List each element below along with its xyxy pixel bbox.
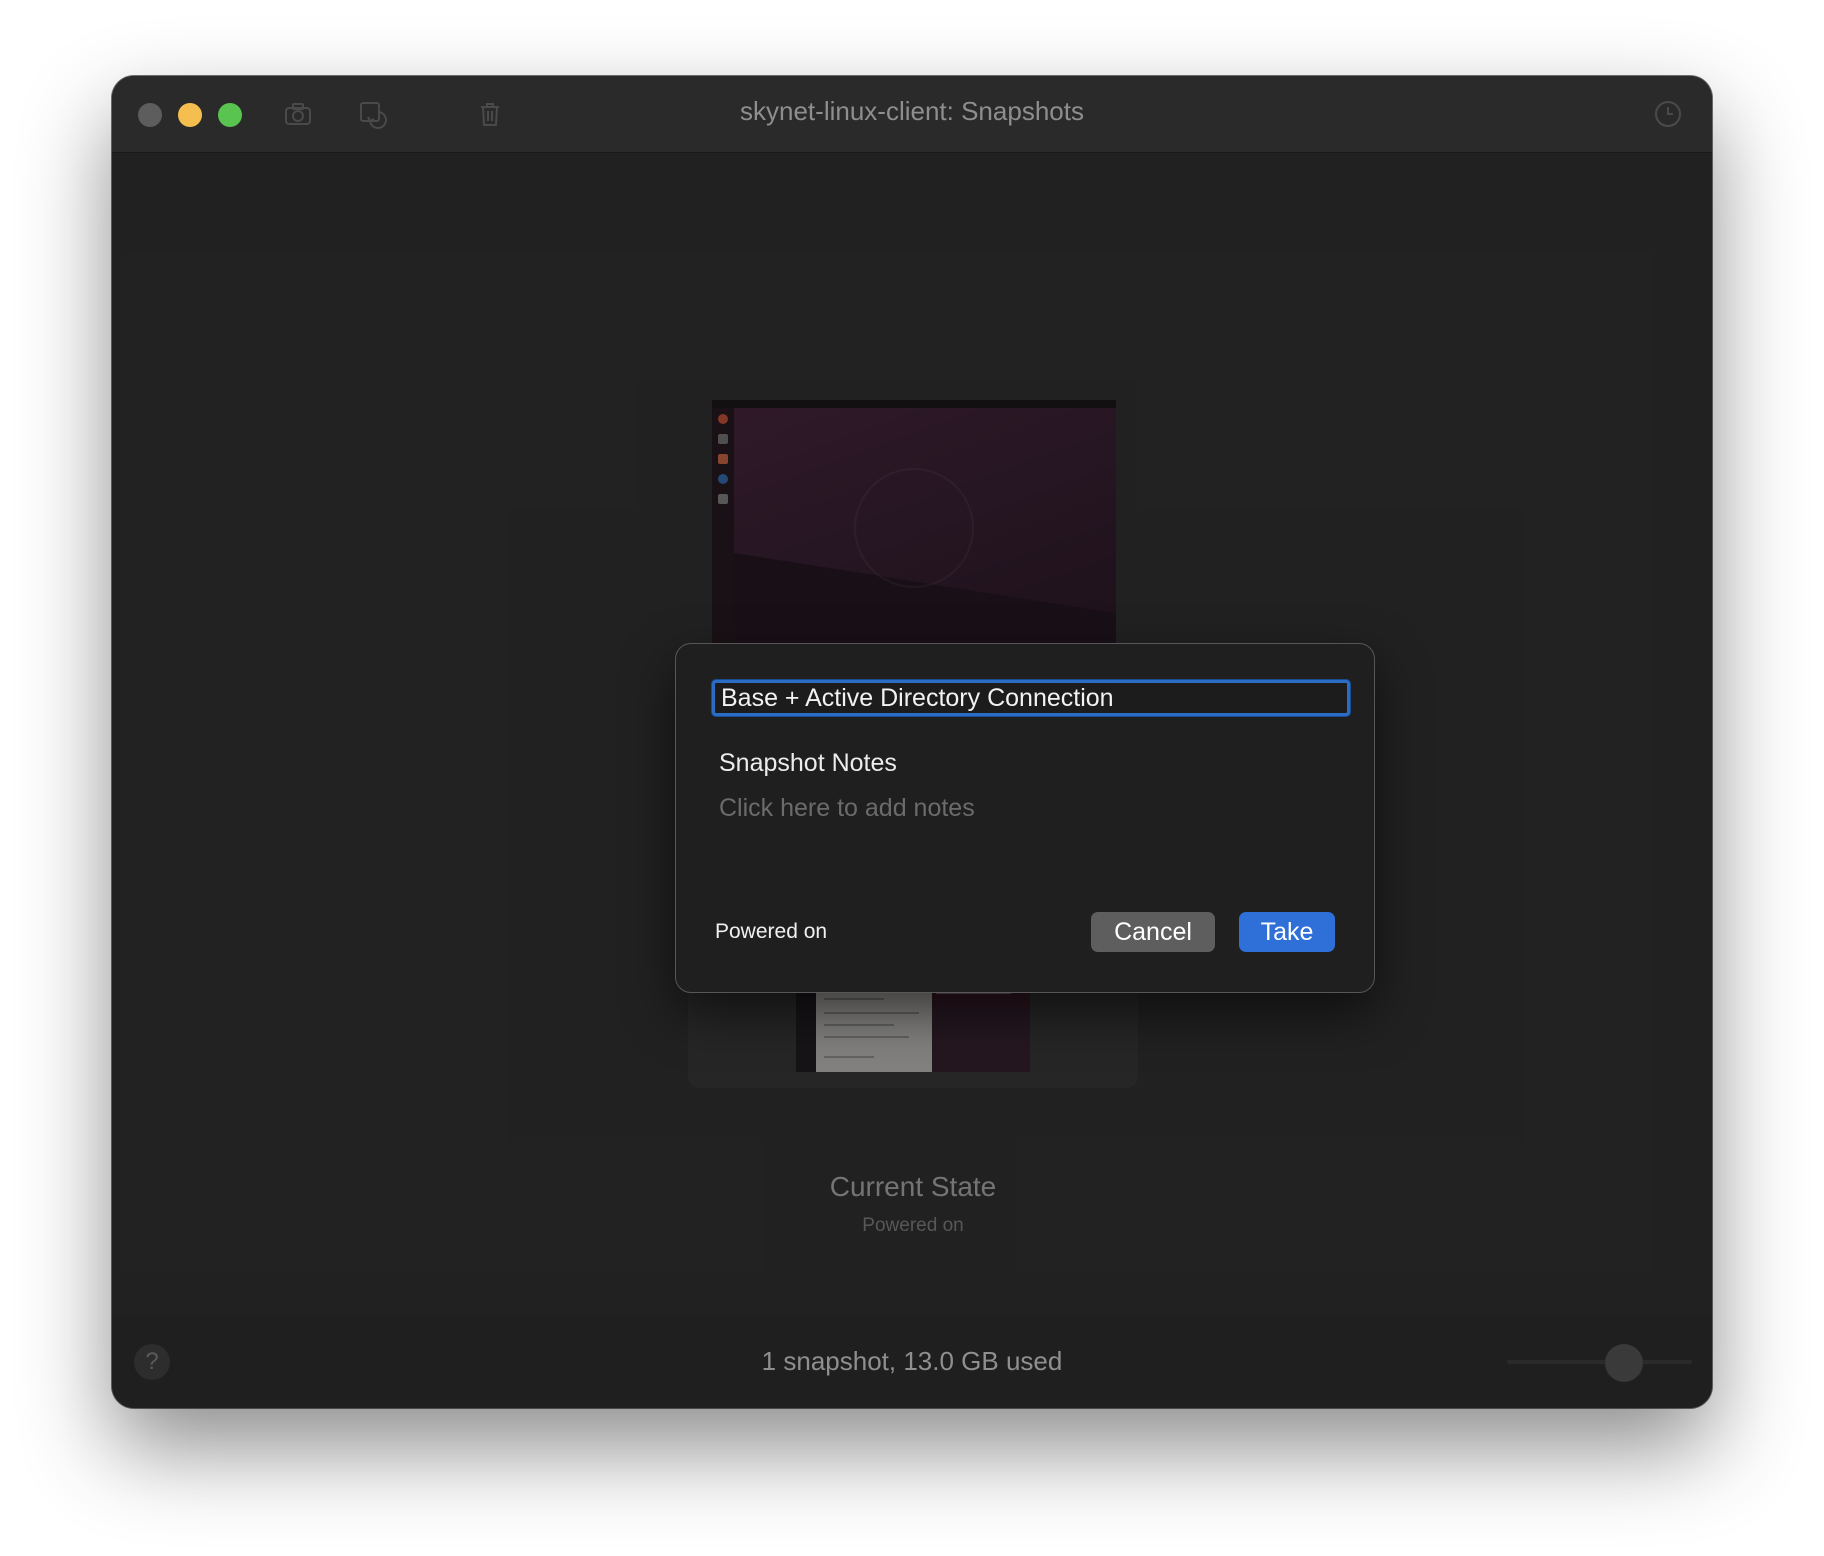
snapshot-name-field[interactable]	[712, 680, 1350, 716]
window-title: skynet-linux-client: Snapshots	[740, 96, 1084, 126]
snapshot-notes-label: Snapshot Notes	[719, 749, 897, 777]
slider-knob[interactable]	[1605, 1344, 1643, 1382]
snapshot-notes-field[interactable]: Click here to add notes	[719, 794, 1329, 864]
titlebar: skynet-linux-client: Snapshots	[112, 76, 1712, 153]
take-snapshot-dialog: Snapshot Notes Click here to add notes P…	[675, 643, 1375, 993]
cancel-button[interactable]: Cancel	[1091, 912, 1215, 952]
snapshot-summary: 1 snapshot, 13.0 GB used	[761, 1346, 1063, 1376]
thumbnail-size-slider[interactable]	[1507, 1360, 1692, 1364]
power-state-label: Powered on	[715, 920, 828, 943]
clock-icon[interactable]	[1652, 98, 1684, 130]
snapshots-window: skynet-linux-client: Snapshots Current S…	[112, 76, 1712, 1408]
footer-bar: ? 1 snapshot, 13.0 GB used	[112, 1316, 1712, 1408]
take-button[interactable]: Take	[1239, 912, 1335, 952]
